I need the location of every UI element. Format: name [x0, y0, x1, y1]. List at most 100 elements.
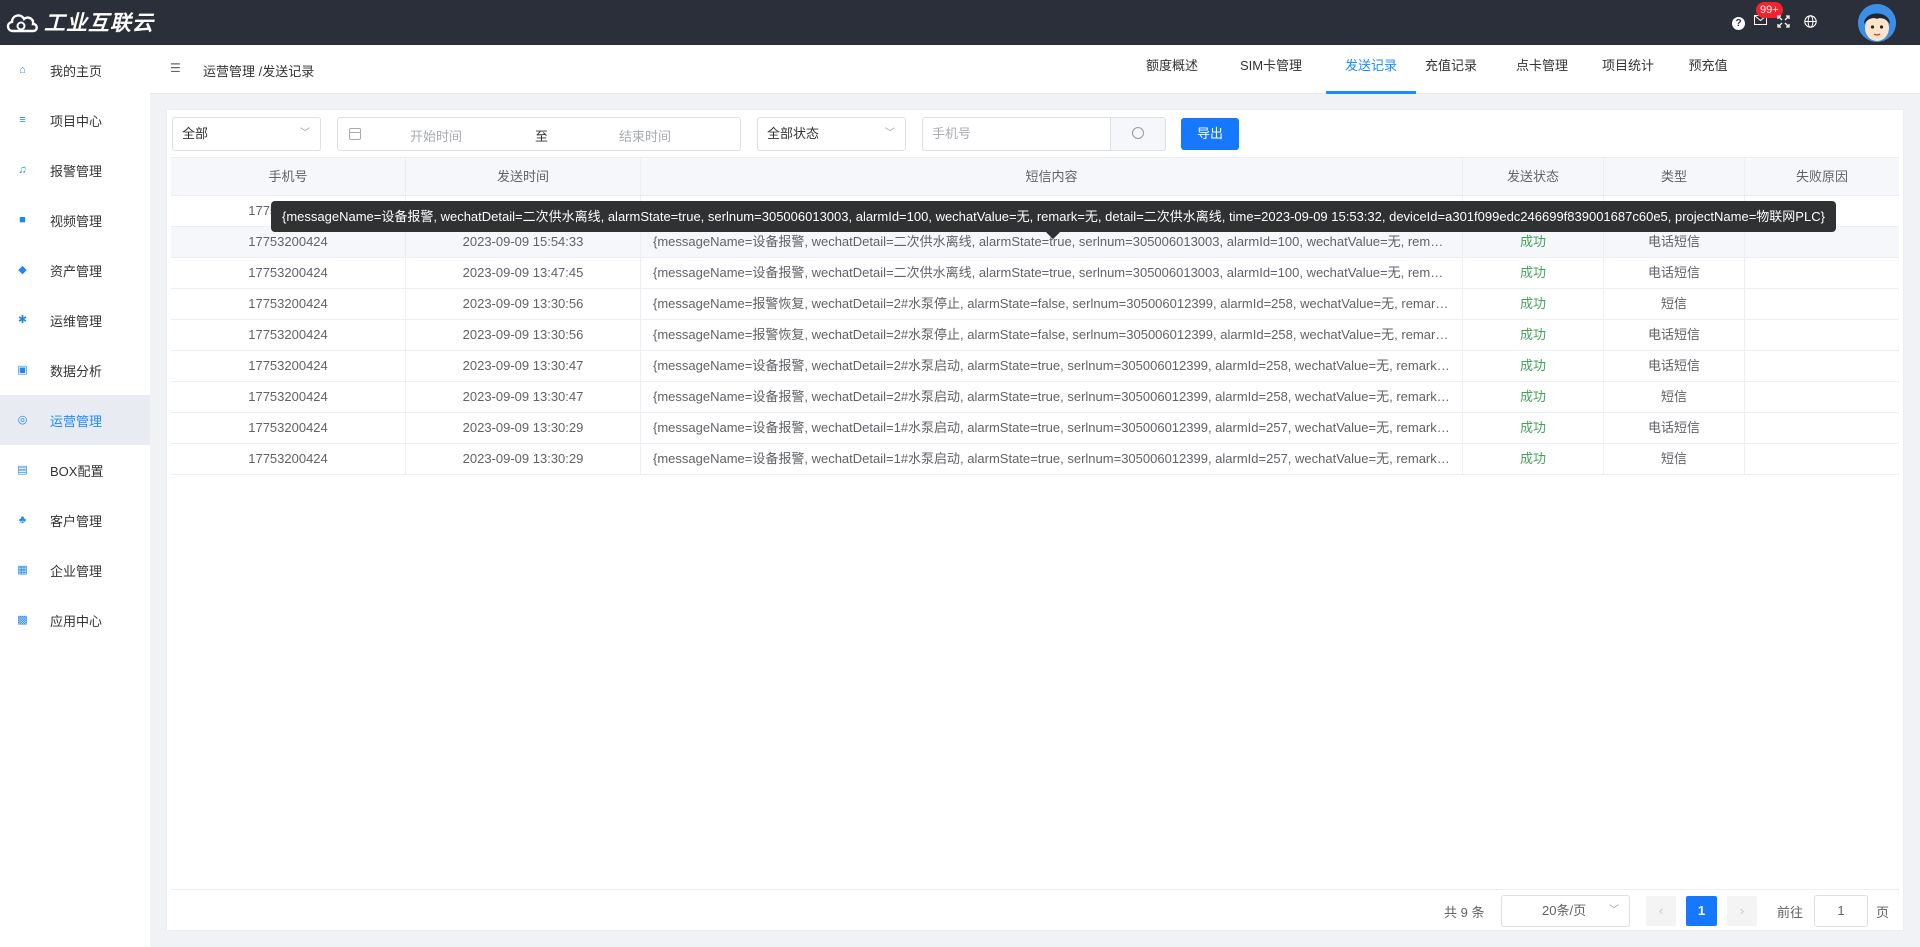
date-range-picker[interactable]: 开始时间 至 结束时间 [337, 117, 741, 151]
project-select[interactable]: 全部 ﹀ [172, 117, 321, 151]
cell-type: 电话短信 [1604, 413, 1745, 443]
sidebar-item-label: 视频管理 [50, 213, 103, 229]
logo[interactable]: 工业互联云 [4, 6, 154, 38]
sidebar-item-label: 报警管理 [50, 163, 103, 179]
help-icon[interactable]: ? [1732, 17, 1745, 30]
content-tooltip: {messageName=设备报警, wechatDetail=二次供水离线, … [271, 201, 1836, 232]
sidebar-item-label: 企业管理 [50, 563, 103, 579]
cell-content: {messageName=设备报警, wechatDetail=二次供水离线, … [641, 258, 1463, 288]
sidebar-item[interactable]: ♫ 报警管理 [0, 145, 150, 195]
sidebar-item[interactable]: ▤ BOX配置 [0, 445, 150, 495]
cell-time: 2023-09-09 13:47:45 [406, 258, 641, 288]
sidebar-item[interactable]: ✱ 运维管理 [0, 295, 150, 345]
cell-type: 短信 [1604, 382, 1745, 412]
phone-search-placeholder: 手机号 [932, 126, 972, 141]
sidebar-item[interactable]: ▦ 企业管理 [0, 545, 150, 595]
phone-search-input[interactable]: 手机号 [922, 117, 1111, 151]
cell-type: 短信 [1604, 289, 1745, 319]
cell-type: 电话短信 [1604, 351, 1745, 381]
sidebar-item[interactable]: ◆ 资产管理 [0, 245, 150, 295]
page-header: ☰ 运营管理 /发送记录 额度概述 SIM卡管理 发送记录 充值记录 点卡管理 项目统计预… [150, 45, 1920, 94]
column-header: 发送状态 [1463, 158, 1604, 195]
tab-item[interactable]: 额度概述 [1141, 45, 1203, 94]
cell-phone: 17753200424 [171, 413, 406, 443]
prev-page-button[interactable]: ‹ [1646, 896, 1676, 926]
users-icon: ♣ [18, 513, 27, 526]
date-separator: 至 [535, 129, 549, 144]
status-select[interactable]: 全部状态 ﹀ [757, 117, 906, 151]
sidebar-item[interactable]: ♣ 客户管理 [0, 495, 150, 545]
page-number-current[interactable]: 1 [1686, 896, 1717, 926]
cell-reason [1745, 413, 1899, 443]
tab-item[interactable]: 发送记录 [1326, 45, 1416, 94]
cell-reason [1745, 258, 1899, 288]
records-table: 手机号 发送时间 短信内容 发送状态 类型 失败原因 17753200424 2023-09… [171, 157, 1899, 475]
table-row[interactable]: 17753200424 2023-09-09 13:30:47 {messageNa… [171, 382, 1899, 413]
tab-item[interactable]: 项目统计 [1592, 45, 1664, 94]
sidebar-item[interactable]: ≡ 项目中心 [0, 95, 150, 145]
tab-item[interactable]: 充值记录 [1415, 45, 1487, 94]
page-size-select[interactable]: 20条/页 ﹀ [1501, 895, 1630, 927]
date-start-input[interactable]: 开始时间 [410, 126, 462, 145]
tab-item[interactable]: 预充值 [1680, 45, 1736, 94]
status-select-value: 全部状态 [767, 126, 820, 141]
project-select-value: 全部 [182, 126, 209, 141]
records-card: 全部 ﹀ 开始时间 至 结束时间 全部状态 ﹀ 手机号 导出 手机号 发送时间 短信… [166, 109, 1904, 931]
table-row[interactable]: 17753200424 2023-09-09 13:30:47 {messageNa… [171, 351, 1899, 382]
sidebar-item-label: BOX配置 [50, 463, 104, 479]
table-row[interactable]: 17753200424 2023-09-09 13:30:29 {messageNa… [171, 413, 1899, 444]
goto-page-input[interactable]: 1 [1814, 895, 1868, 927]
cell-phone: 17753200424 [171, 258, 406, 288]
home-icon: ⌂ [19, 63, 26, 76]
sidebar-item[interactable]: ◎ 运营管理 [0, 395, 150, 445]
cell-status: 成功 [1463, 413, 1604, 443]
sidebar-item[interactable]: ▣ 数据分析 [0, 345, 150, 395]
table-row[interactable]: 17753200424 2023-09-09 13:30:56 {messageNa… [171, 289, 1899, 320]
tab-item[interactable]: SIM卡管理 [1228, 45, 1314, 94]
goto-prefix: 前往 [1777, 905, 1804, 920]
column-header: 短信内容 [641, 158, 1463, 195]
table-row[interactable]: 17753200424 2023-09-09 13:30:56 {messageNa… [171, 320, 1899, 351]
cell-phone: 17753200424 [171, 320, 406, 350]
video-icon: ■ [19, 213, 26, 226]
chevron-down-icon: ﹀ [1609, 905, 1619, 916]
tab-item[interactable]: 点卡管理 [1506, 45, 1578, 94]
table-bottom-border [171, 889, 1899, 890]
next-page-button[interactable]: › [1727, 896, 1757, 926]
export-button[interactable]: 导出 [1181, 118, 1239, 150]
chevron-down-icon: ﹀ [300, 128, 310, 139]
cell-phone: 17753200424 [171, 289, 406, 319]
sidebar-item-label: 资产管理 [50, 263, 103, 279]
language-globe-icon[interactable] [1803, 15, 1818, 30]
sidebar-item[interactable]: ▩ 应用中心 [0, 595, 150, 645]
table-row[interactable]: 17753200424 2023-09-09 13:30:29 {messageNa… [171, 444, 1899, 475]
cell-phone: 17753200424 [171, 382, 406, 412]
cell-time: 2023-09-09 13:30:29 [406, 413, 641, 443]
menu-toggle-icon[interactable]: ☰ [170, 62, 182, 74]
cloud-logo-icon [6, 14, 38, 33]
column-header: 失败原因 [1795, 169, 1848, 184]
table-header: 手机号 发送时间 短信内容 发送状态 类型 失败原因 [171, 158, 1899, 196]
cell-status: 成功 [1463, 382, 1604, 412]
apps-icon: ▩ [17, 613, 28, 626]
cell-content: {messageName=报警恢复, wechatDetail=2#水泵停止, … [641, 289, 1463, 319]
search-button[interactable] [1111, 117, 1166, 151]
cell-reason [1745, 289, 1899, 319]
cell-type: 电话短信 [1604, 258, 1745, 288]
sidebar-item-label: 运维管理 [50, 313, 103, 329]
cell-content: {messageName=设备报警, wechatDetail=1#水泵启动, … [641, 413, 1463, 443]
cell-time: 2023-09-09 13:30:56 [406, 289, 641, 319]
cell-content: {messageName=设备报警, wechatDetail=1#水泵启动, … [641, 444, 1463, 474]
sidebar-item[interactable]: ■ 视频管理 [0, 195, 150, 245]
sidebar-item-label: 客户管理 [50, 513, 103, 529]
cell-type: 短信 [1604, 444, 1745, 474]
sidebar-item-label: 运营管理 [50, 413, 103, 429]
date-end-input[interactable]: 结束时间 [619, 126, 671, 145]
sidebar-item-label: 应用中心 [50, 613, 103, 629]
fullscreen-icon[interactable] [1776, 15, 1791, 30]
sidebar-item[interactable]: ⌂ 我的主页 [0, 45, 150, 95]
table-row[interactable]: 17753200424 2023-09-09 13:47:45 {messageNa… [171, 258, 1899, 289]
user-avatar[interactable] [1858, 4, 1896, 42]
cell-phone: 17753200424 [171, 351, 406, 381]
goto-suffix: 页 [1876, 905, 1890, 920]
